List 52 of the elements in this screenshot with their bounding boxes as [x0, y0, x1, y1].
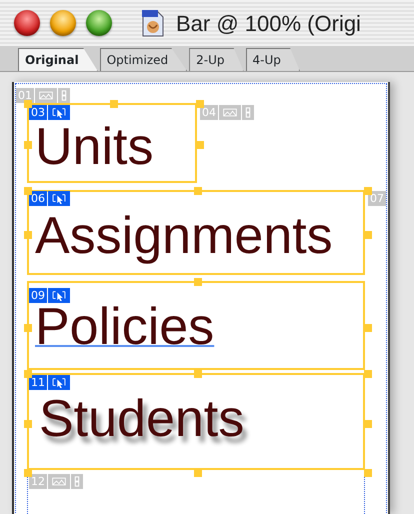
- resize-handle[interactable]: [194, 370, 202, 378]
- image-icon: [35, 88, 57, 103]
- resize-handle[interactable]: [24, 469, 32, 477]
- view-tab[interactable]: Original: [18, 48, 98, 71]
- slice-icon: [48, 288, 70, 303]
- resize-handle[interactable]: [24, 230, 32, 238]
- resize-handle[interactable]: [196, 100, 204, 108]
- slice-number: 12: [29, 474, 47, 489]
- slice-icon: [48, 191, 70, 206]
- resize-handle[interactable]: [194, 278, 202, 286]
- slice-text: Students: [39, 395, 244, 444]
- resize-handle[interactable]: [24, 420, 32, 428]
- resize-handle[interactable]: [24, 100, 32, 108]
- slice-number: 06: [29, 191, 47, 206]
- resize-handle[interactable]: [364, 370, 372, 378]
- minimize-button[interactable]: [50, 10, 76, 36]
- slice-text: Units: [35, 123, 154, 172]
- slice-number: 09: [29, 288, 47, 303]
- slice-number: 07: [368, 191, 386, 206]
- resize-handle[interactable]: [364, 420, 372, 428]
- window-title: Bar @ 100% (Origi: [176, 10, 361, 38]
- resize-handle[interactable]: [194, 469, 202, 477]
- close-button[interactable]: [14, 10, 40, 36]
- resize-handle[interactable]: [110, 100, 118, 108]
- resize-handle[interactable]: [24, 370, 32, 378]
- resize-handle[interactable]: [24, 324, 32, 332]
- image-icon: [219, 105, 241, 120]
- slice-icon: [48, 105, 70, 120]
- slice-icon: [48, 375, 70, 390]
- image-icon: [48, 474, 70, 489]
- resize-handle[interactable]: [24, 187, 32, 195]
- resize-handle[interactable]: [24, 141, 32, 149]
- resize-handle[interactable]: [196, 141, 204, 149]
- document-icon: [140, 8, 166, 38]
- resize-handle[interactable]: [364, 469, 372, 477]
- view-tab[interactable]: 4-Up: [246, 48, 300, 71]
- slice-number: 04: [200, 105, 218, 120]
- resize-handle[interactable]: [364, 230, 372, 238]
- link-icon: [242, 105, 254, 120]
- link-icon: [71, 474, 83, 489]
- resize-handle[interactable]: [364, 187, 372, 195]
- slice-text: Assignments: [35, 212, 333, 262]
- view-tab[interactable]: 2-Up: [189, 48, 244, 71]
- link-icon: [58, 88, 70, 103]
- view-tab[interactable]: Optimized: [100, 48, 188, 71]
- slice-number: 11: [29, 375, 47, 390]
- resize-handle[interactable]: [194, 187, 202, 195]
- zoom-button[interactable]: [86, 10, 112, 36]
- slice-number: 01: [16, 88, 34, 103]
- slice-text: Policies: [35, 303, 214, 352]
- slice-number: 03: [29, 105, 47, 120]
- resize-handle[interactable]: [364, 324, 372, 332]
